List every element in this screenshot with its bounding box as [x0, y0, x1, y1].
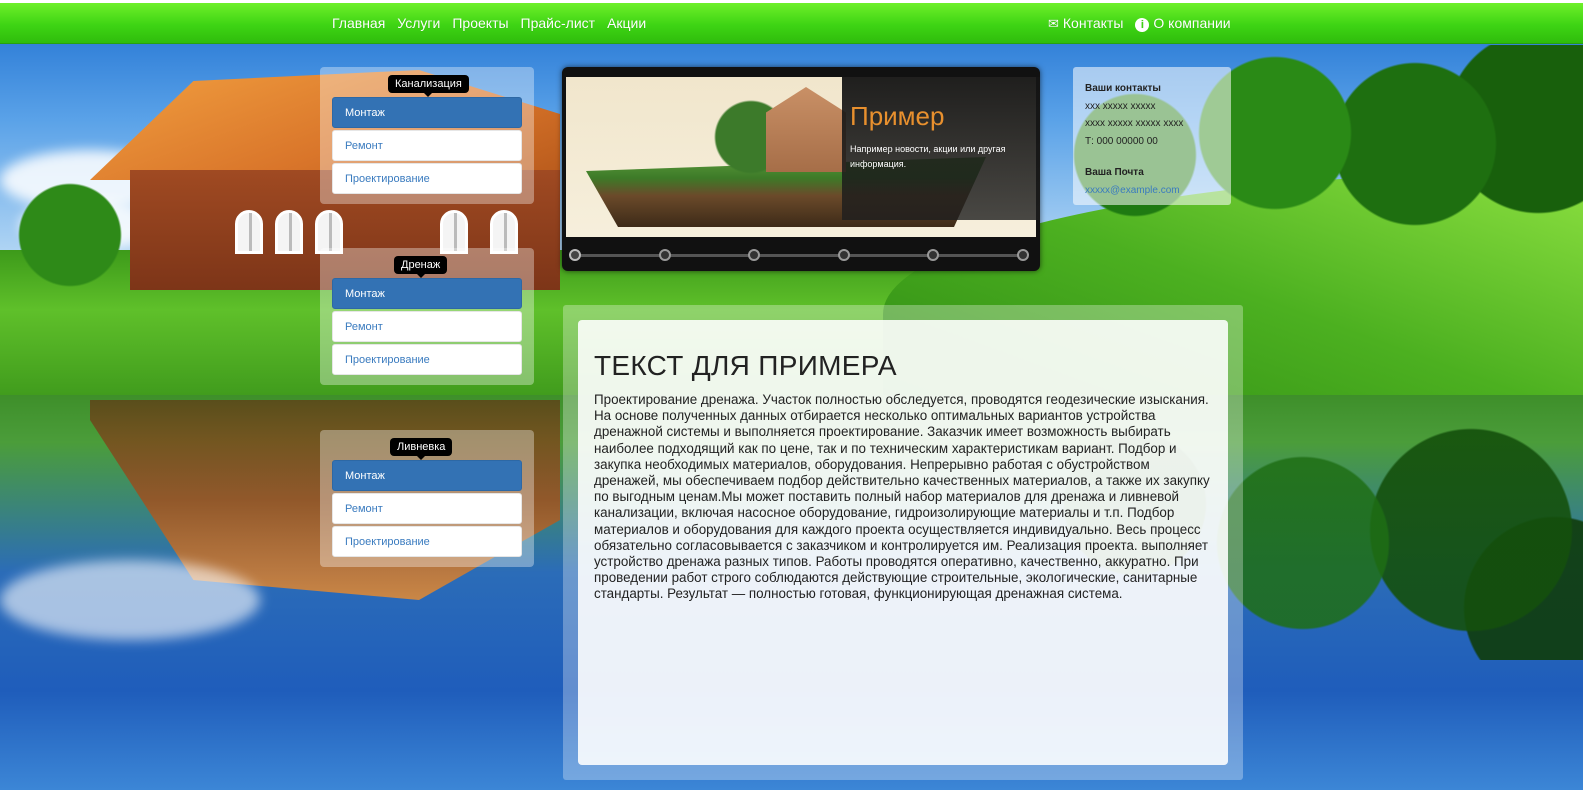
menu-item-installation[interactable]: Монтаж: [332, 97, 522, 128]
top-navbar: Главная Услуги Проекты Прайс-лист Акции …: [0, 0, 1583, 44]
slider-dot[interactable]: [569, 249, 581, 261]
menu-item-installation[interactable]: Монтаж: [332, 460, 522, 491]
nav-services[interactable]: Услуги: [397, 15, 440, 31]
menu-item-repair[interactable]: Ремонт: [332, 493, 522, 524]
panel-title: Дренаж: [394, 256, 448, 278]
menu-item-repair[interactable]: Ремонт: [332, 311, 522, 342]
slide-title: Пример: [850, 101, 945, 131]
panel-storm-drain: Ливневка Монтаж Ремонт Проектирование: [320, 430, 534, 567]
panel-title: Канализация: [388, 75, 469, 97]
nav-price-list[interactable]: Прайс-лист: [521, 15, 596, 31]
main-nav: Главная Услуги Проекты Прайс-лист Акции: [332, 15, 658, 31]
menu-item-installation[interactable]: Монтаж: [332, 278, 522, 309]
panel-drainage: Дренаж Монтаж Ремонт Проектирование: [320, 248, 534, 385]
news-slider: Пример Например новости, акции или друга…: [562, 67, 1040, 271]
slider-dot[interactable]: [748, 249, 761, 261]
nav-contacts[interactable]: ✉ Контакты: [1048, 15, 1123, 32]
envelope-icon: ✉: [1048, 16, 1059, 31]
nav-promotions[interactable]: Акции: [607, 15, 646, 31]
secondary-nav: ✉ Контакты iО компании: [1048, 15, 1243, 32]
panel-title: Ливневка: [390, 438, 453, 460]
slider-dot[interactable]: [837, 249, 850, 261]
contacts-line: ххх ххххх ххххх: [1085, 100, 1156, 112]
mail-heading: Ваша Почта: [1085, 167, 1144, 178]
slider-track: [574, 254, 1026, 257]
contacts-phone: Т: 000 00000 00: [1085, 135, 1158, 147]
contacts-line: хххх ххххх ххххх хххх: [1085, 118, 1184, 129]
slide-caption: Пример Например новости, акции или друга…: [842, 77, 1040, 220]
slider-dot[interactable]: [927, 249, 940, 261]
info-circle-icon: i: [1135, 18, 1150, 32]
main-content: ТЕКСТ ДЛЯ ПРИМЕРА Проектирование дренажа…: [578, 320, 1228, 765]
slide-text: Например новости, акции или другая инфор…: [850, 144, 1006, 169]
article-text: Проектирование дренажа. Участок полность…: [594, 392, 1210, 602]
nav-about[interactable]: iО компании: [1135, 15, 1231, 32]
menu-item-design[interactable]: Проектирование: [332, 163, 522, 194]
house-window: [235, 210, 263, 254]
email-link[interactable]: xxxxx@example.com: [1085, 185, 1180, 196]
slider-dot[interactable]: [658, 249, 671, 261]
cloud-reflection: [0, 560, 260, 640]
contacts-box: Ваши контакты ххх ххххх ххххх хххх ххххх…: [1073, 67, 1231, 205]
nav-projects[interactable]: Проекты: [452, 15, 508, 31]
slider-dot[interactable]: [1017, 249, 1029, 261]
page-title: ТЕКСТ ДЛЯ ПРИМЕРА: [594, 350, 897, 381]
house-window: [275, 210, 303, 254]
panel-sewerage: Канализация Монтаж Ремонт Проектирование: [320, 67, 534, 204]
menu-item-design[interactable]: Проектирование: [332, 526, 522, 557]
nav-about-label: О компании: [1153, 15, 1231, 31]
nav-contacts-label: Контакты: [1062, 15, 1124, 31]
menu-item-design[interactable]: Проектирование: [332, 344, 522, 375]
menu-item-repair[interactable]: Ремонт: [332, 130, 522, 161]
nav-home[interactable]: Главная: [332, 15, 385, 31]
contacts-heading: Ваши контакты: [1085, 83, 1161, 94]
